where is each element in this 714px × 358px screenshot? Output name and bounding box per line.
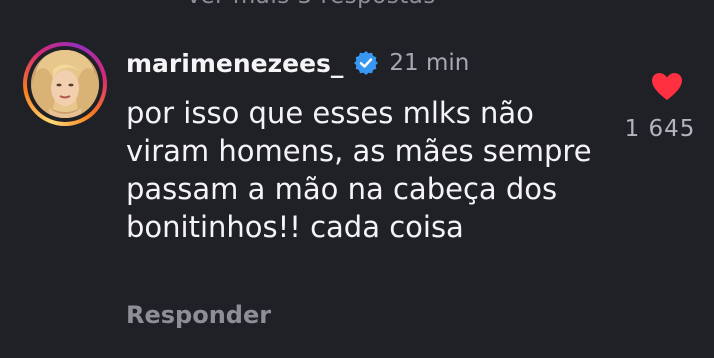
heart-icon[interactable]	[651, 72, 683, 102]
comment-header: marimenezees_ 21 min	[126, 44, 469, 82]
story-ring[interactable]	[23, 42, 107, 126]
reply-button[interactable]: Responder	[126, 301, 271, 329]
avatar-photo	[31, 50, 99, 118]
verified-badge-icon	[354, 51, 379, 75]
view-more-replies-link[interactable]: Ver mais 3 respostas	[186, 0, 436, 9]
avatar[interactable]	[31, 50, 99, 118]
comment-timestamp: 21 min	[389, 50, 470, 76]
username[interactable]: marimenezees_	[126, 49, 343, 78]
comment-thread: Ver mais 3 respostas marimenezees_ 21	[0, 0, 714, 358]
like-count[interactable]: 1 645	[610, 116, 710, 142]
comment-text: por isso que esses mlks não viram homens…	[126, 96, 592, 244]
